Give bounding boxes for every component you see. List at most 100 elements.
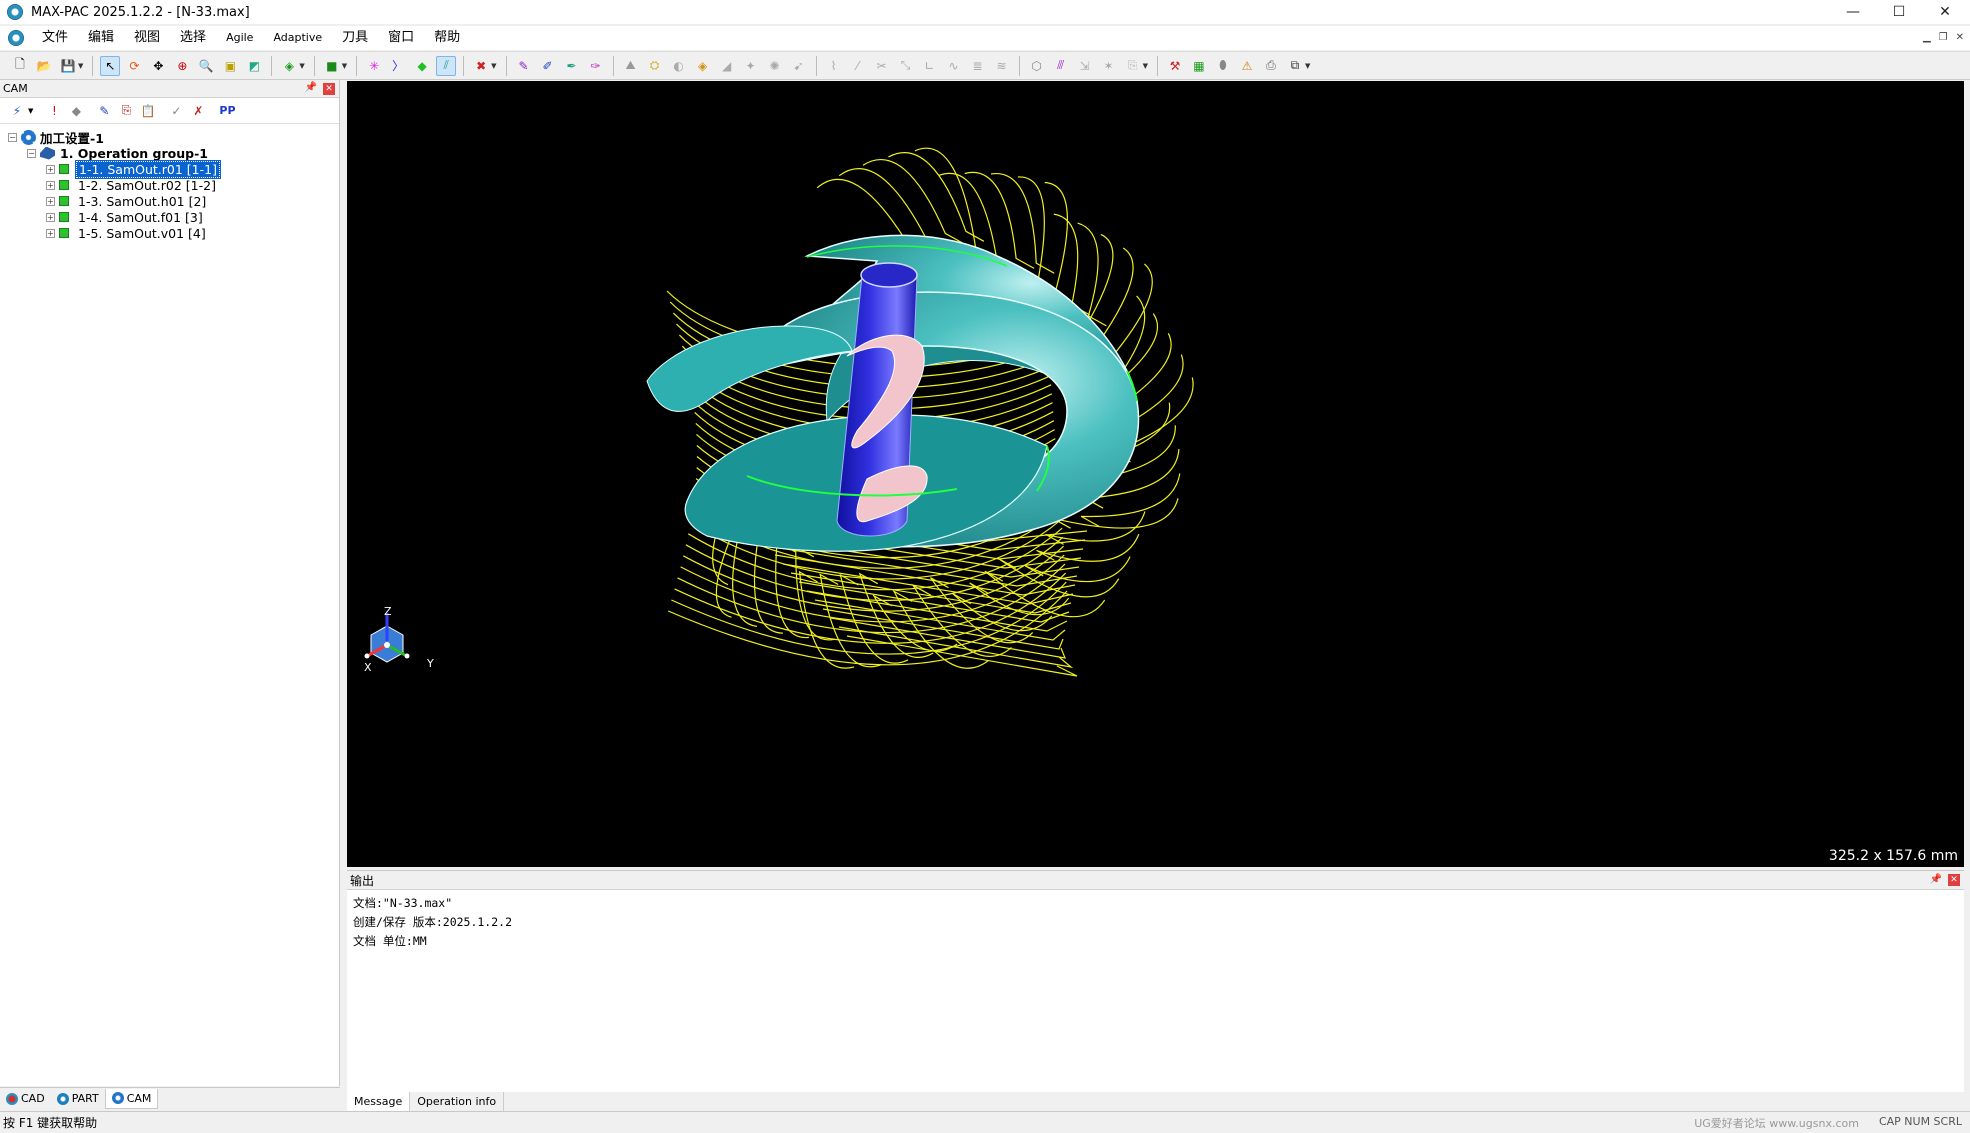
tool-simulate-icon[interactable]: ✑ — [586, 56, 606, 76]
pin-icon[interactable]: 📌 — [305, 82, 317, 93]
wand-icon[interactable]: ⚡ — [6, 101, 28, 121]
open-folder-icon[interactable]: 📂 — [34, 56, 54, 76]
tool-check-icon[interactable]: ✐ — [538, 56, 558, 76]
trim-icon[interactable]: ✂ — [872, 56, 892, 76]
zoom-window-icon[interactable]: 🔍 — [196, 56, 216, 76]
copy-operation-icon[interactable]: ⎘ — [115, 101, 137, 121]
tool-verify-icon[interactable]: ✒ — [562, 56, 582, 76]
warning-icon[interactable]: ! — [43, 101, 65, 121]
gouge-check-icon[interactable]: ⌇ — [824, 56, 844, 76]
collapse-icon[interactable]: − — [27, 148, 36, 158]
tab-message[interactable]: Message — [347, 1092, 411, 1112]
expand-icon[interactable]: + — [46, 228, 55, 238]
zoom-icon[interactable]: ⊕ — [172, 56, 192, 76]
diamond-icon[interactable]: ◆ — [65, 101, 87, 121]
roughing-icon[interactable]: ⛰ — [621, 56, 641, 76]
close-panel-icon[interactable]: ✕ — [323, 83, 335, 95]
material-icon[interactable]: ⬮ — [1213, 56, 1233, 76]
menu-help[interactable]: 帮助 — [424, 26, 470, 50]
shaded-view-icon[interactable]: ■ — [322, 56, 342, 76]
document-icon[interactable] — [8, 30, 24, 46]
menu-window[interactable]: 窗口 — [378, 26, 424, 50]
dropdown-icon[interactable]: ▼ — [342, 62, 347, 70]
point-mill-icon[interactable]: ✺ — [765, 56, 785, 76]
report-icon[interactable]: ⚠ — [1237, 56, 1257, 76]
operation-label[interactable]: 1-2. SamOut.r02 [1-2] — [76, 178, 218, 193]
dropdown-icon[interactable]: ▼ — [299, 62, 304, 70]
tab-cam[interactable]: CAM — [104, 1088, 159, 1109]
select-pointer-icon[interactable]: ↖ — [100, 55, 121, 76]
box-icon[interactable]: ⧉ — [1285, 56, 1305, 76]
save-icon[interactable]: 💾 — [58, 56, 78, 76]
rest-mill-icon[interactable]: ➹ — [789, 56, 809, 76]
reorder-icon[interactable]: ≣ — [968, 56, 988, 76]
tree-operation[interactable]: + 1-5. SamOut.v01 [4] — [46, 224, 208, 242]
menu-edit[interactable]: 编辑 — [78, 26, 124, 50]
view-cube-icon[interactable]: ◈ — [279, 56, 299, 76]
mdi-minimize-icon[interactable]: ▁ — [1923, 32, 1931, 43]
close-panel-icon[interactable]: ✕ — [1948, 874, 1960, 886]
maximize-button[interactable]: ☐ — [1876, 0, 1922, 24]
minimize-button[interactable]: — — [1830, 0, 1876, 24]
stock-icon[interactable]: ⬡ — [1027, 56, 1047, 76]
curve-icon[interactable]: 〉 — [388, 56, 408, 76]
dropdown-icon[interactable]: ▼ — [78, 62, 83, 70]
tab-cad[interactable]: CAD — [0, 1089, 51, 1109]
hub-finish-icon[interactable]: ⛭ — [645, 56, 665, 76]
link-icon[interactable]: ⁄ — [848, 56, 868, 76]
toolpath-display-icon[interactable]: ⫽ — [436, 55, 457, 76]
operation-label[interactable]: 1-1. SamOut.r01 [1-1] — [75, 159, 221, 179]
3d-viewport[interactable]: Z X Y 325.2 x 157.6 mm — [347, 81, 1964, 867]
fillet-finish-icon[interactable]: ◈ — [693, 56, 713, 76]
tool-edit-icon[interactable]: ✎ — [514, 56, 534, 76]
pan-icon[interactable]: ✥ — [148, 56, 168, 76]
point-icon[interactable]: ✳ — [364, 56, 384, 76]
compute-icon[interactable]: ✓ — [165, 101, 187, 121]
post-process-button[interactable]: PP — [219, 104, 235, 117]
operation-label[interactable]: 1-4. SamOut.f01 [3] — [76, 210, 205, 225]
menu-view[interactable]: 视图 — [124, 26, 170, 50]
menu-select[interactable]: 选择 — [170, 26, 216, 50]
blade-finish-icon[interactable]: ◐ — [669, 56, 689, 76]
wave-icon[interactable]: ≋ — [992, 56, 1012, 76]
machine-sim-icon[interactable]: ⚒ — [1165, 56, 1185, 76]
collapse-icon[interactable]: − — [8, 132, 17, 142]
post-icon[interactable]: ▦ — [1189, 56, 1209, 76]
dropdown-icon[interactable]: ▼ — [28, 107, 33, 115]
rotate-view-icon[interactable]: ⟳ — [124, 56, 144, 76]
export-icon[interactable]: ⎙ — [1261, 56, 1281, 76]
splitter-icon[interactable]: ✦ — [741, 56, 761, 76]
dropdown-icon[interactable]: ▼ — [491, 62, 496, 70]
expand-icon[interactable]: + — [46, 196, 55, 206]
expand-icon[interactable]: + — [46, 164, 55, 174]
angle-icon[interactable]: ∟ — [920, 56, 940, 76]
zoom-fit-icon[interactable]: ▣ — [220, 56, 240, 76]
tab-part[interactable]: PART — [51, 1089, 105, 1109]
expand-icon[interactable]: + — [46, 212, 55, 222]
tab-operation-info[interactable]: Operation info — [410, 1092, 505, 1112]
dropdown-icon[interactable]: ▼ — [1305, 62, 1310, 70]
pattern-icon[interactable]: ⫻ — [1051, 56, 1071, 76]
mdi-close-icon[interactable]: ✕ — [1956, 32, 1964, 43]
menu-file[interactable]: 文件 — [32, 26, 78, 50]
delete-icon[interactable]: ✖ — [471, 56, 491, 76]
close-button[interactable]: ✕ — [1922, 0, 1968, 24]
menu-adaptive[interactable]: Adaptive — [263, 26, 332, 50]
flank-icon[interactable]: ◢ — [717, 56, 737, 76]
dropdown-icon[interactable]: ▼ — [1143, 62, 1148, 70]
surface-icon[interactable]: ◆ — [412, 56, 432, 76]
transform-icon[interactable]: ⇲ — [1075, 56, 1095, 76]
clear-compute-icon[interactable]: ✗ — [187, 101, 209, 121]
operation-label[interactable]: 1-3. SamOut.h01 [2] — [76, 194, 208, 209]
new-file-icon[interactable]: 🗋 — [10, 56, 30, 76]
mirror-icon[interactable]: ✶ — [1099, 56, 1119, 76]
menu-agile[interactable]: Agile — [216, 26, 263, 50]
zoom-box-icon[interactable]: ◩ — [244, 56, 264, 76]
copy-icon[interactable]: ⎘ — [1123, 56, 1143, 76]
paste-operation-icon[interactable]: 📋 — [137, 101, 159, 121]
pin-icon[interactable]: 📌 — [1930, 874, 1942, 885]
mdi-restore-icon[interactable]: ❐ — [1939, 32, 1948, 43]
expand-icon[interactable]: + — [46, 180, 55, 190]
smooth-icon[interactable]: ∿ — [944, 56, 964, 76]
operation-label[interactable]: 1-5. SamOut.v01 [4] — [76, 226, 208, 241]
